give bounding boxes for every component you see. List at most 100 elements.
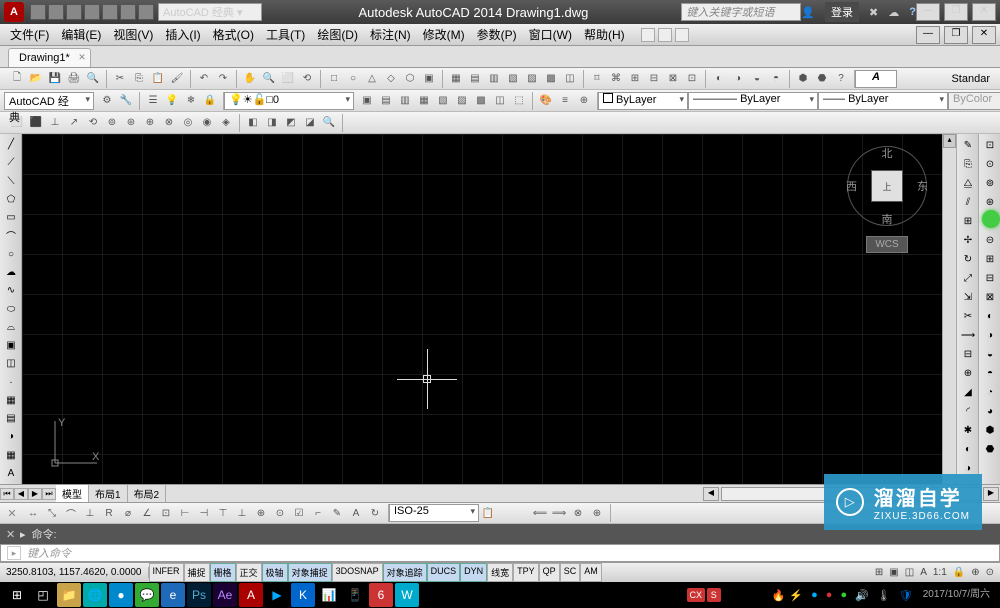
move-icon[interactable]: ✢ — [959, 231, 977, 249]
ucs-icon[interactable]: ⊗ — [160, 114, 178, 132]
tool-icon[interactable]: ◓ — [767, 70, 785, 88]
file-tab[interactable]: Drawing1* ✕ — [8, 48, 91, 67]
tool-icon[interactable]: ◓ — [981, 364, 999, 382]
view-icon[interactable]: ◧ — [244, 114, 262, 132]
layer-mgr-icon[interactable]: ☰ — [144, 92, 162, 110]
zoom-realtime-icon[interactable]: 🔍 — [260, 70, 278, 88]
doc-maximize-button[interactable]: ❐ — [944, 26, 968, 44]
layer-icon[interactable]: ▥ — [396, 92, 414, 110]
app-icon[interactable]: 6 — [369, 583, 393, 607]
tool-icon[interactable]: ◕ — [981, 402, 999, 420]
layer-lock-icon[interactable]: 🔒 — [201, 92, 219, 110]
explorer-icon[interactable]: 📁 — [57, 583, 81, 607]
dim-linear-icon[interactable]: ↔ — [24, 504, 42, 522]
tool-icon[interactable]: ▨ — [523, 70, 541, 88]
nav-up-icon[interactable]: ⊗ — [569, 504, 587, 522]
table-icon[interactable]: ▦ — [2, 447, 20, 464]
mirror-icon[interactable]: ⧋ — [959, 174, 977, 192]
pline-icon[interactable]: ⟍ — [2, 173, 20, 190]
layer-icon[interactable]: ◫ — [491, 92, 509, 110]
linetype-select[interactable]: ———— ByLayer — [688, 92, 818, 110]
layer-freeze-icon[interactable]: ❄ — [182, 92, 200, 110]
tool-icon[interactable]: ◐ — [959, 440, 977, 458]
tool-icon[interactable]: ⊚ — [981, 174, 999, 192]
status-toggle-3dosnap[interactable]: 3DOSNAP — [332, 563, 383, 582]
palette-close-icon[interactable]: ✕ — [4, 507, 20, 520]
circle-icon[interactable]: ○ — [2, 246, 20, 263]
view-icon[interactable]: ◨ — [263, 114, 281, 132]
notification-bubble[interactable] — [982, 210, 1000, 228]
qat-save-icon[interactable] — [66, 4, 82, 20]
tool-icon[interactable]: ◫ — [561, 70, 579, 88]
explode-icon[interactable]: ✱ — [959, 421, 977, 439]
hscroll-right[interactable]: ▶ — [983, 487, 999, 501]
wcs-badge[interactable]: WCS — [866, 236, 907, 253]
layer-icon[interactable]: ▧ — [434, 92, 452, 110]
nav-fwd-icon[interactable]: ⟹ — [550, 504, 568, 522]
stretch-icon[interactable]: ⇲ — [959, 288, 977, 306]
tool-icon[interactable]: ? — [832, 70, 850, 88]
xline-icon[interactable]: ⟋ — [2, 154, 20, 171]
tool-icon[interactable]: ○ — [344, 70, 362, 88]
menu-extra-icon[interactable] — [641, 28, 655, 42]
ucs-icon[interactable]: ⟲ — [84, 114, 102, 132]
qat-new-icon[interactable] — [30, 4, 46, 20]
st-icon[interactable]: ◫ — [905, 567, 914, 578]
status-toggle-对象追踪[interactable]: 对象追踪 — [383, 563, 427, 582]
tab-layout1[interactable]: 布局1 — [89, 485, 128, 502]
scale-icon[interactable]: ⤢ — [959, 269, 977, 287]
tray-icon[interactable]: 🔊 — [855, 589, 869, 602]
break-icon[interactable]: ⊟ — [959, 345, 977, 363]
layer-states-icon[interactable]: 💡 — [163, 92, 181, 110]
redo-icon[interactable]: ↷ — [214, 70, 232, 88]
region-icon[interactable]: ◑ — [2, 428, 20, 445]
status-toggle-捕捉[interactable]: 捕捉 — [184, 563, 210, 582]
nav-back-icon[interactable]: ⟸ — [531, 504, 549, 522]
trim-icon[interactable]: ✂ — [959, 307, 977, 325]
cmd-close-icon[interactable]: ✕ — [6, 528, 20, 541]
vertical-scrollbar[interactable]: ▴ — [942, 134, 956, 484]
tool-icon[interactable]: ⊞ — [981, 250, 999, 268]
app-icon[interactable]: 💬 — [135, 583, 159, 607]
st-icon[interactable]: ⊞ — [875, 567, 883, 578]
new-icon[interactable]: 🗋 — [8, 70, 26, 88]
tool-icon[interactable]: △ — [363, 70, 381, 88]
open-icon[interactable]: 📂 — [27, 70, 45, 88]
preview-icon[interactable]: 🔍 — [84, 70, 102, 88]
view-icon[interactable]: ◪ — [301, 114, 319, 132]
plotstyle-select[interactable]: ByColor — [948, 92, 1000, 110]
prop-icon[interactable]: 🎨 — [537, 92, 555, 110]
ucs-icon[interactable]: ⊛ — [122, 114, 140, 132]
match-icon[interactable]: 🖌 — [168, 70, 186, 88]
tool-icon[interactable]: ⊙ — [981, 155, 999, 173]
undo-icon[interactable]: ↶ — [195, 70, 213, 88]
dimstyle-mgr-icon[interactable]: 📋 — [479, 504, 497, 522]
save-icon[interactable]: 💾 — [46, 70, 64, 88]
tool-icon[interactable]: ▣ — [420, 70, 438, 88]
menu-tools[interactable]: 工具(T) — [260, 24, 311, 45]
dim-base-icon[interactable]: ⊢ — [176, 504, 194, 522]
app-icon[interactable]: 📊 — [317, 583, 341, 607]
aftereffects-icon[interactable]: Ae — [213, 583, 237, 607]
dim-ord-icon[interactable]: ⊥ — [81, 504, 99, 522]
dim-tedit-icon[interactable]: A — [347, 504, 365, 522]
menu-extra-icon[interactable] — [675, 28, 689, 42]
dim-space-icon[interactable]: ⊤ — [214, 504, 232, 522]
layer-icon[interactable]: ▤ — [377, 92, 395, 110]
plot-icon[interactable]: 🖨 — [65, 70, 83, 88]
minimize-button[interactable]: — — [916, 3, 940, 21]
start-button[interactable]: ⊞ — [5, 583, 29, 607]
tool-icon[interactable]: ⊛ — [981, 193, 999, 211]
annotation-style-button[interactable]: A — [855, 70, 897, 88]
point-icon[interactable]: · — [2, 373, 20, 390]
tool-icon[interactable]: ◒ — [748, 70, 766, 88]
cut-icon[interactable]: ✂ — [111, 70, 129, 88]
app-icon[interactable]: W — [395, 583, 419, 607]
layer-select[interactable]: 💡☀🔓□0 — [224, 92, 354, 110]
status-toggle-qp[interactable]: QP — [539, 563, 560, 582]
tool-icon[interactable]: ▦ — [447, 70, 465, 88]
tool-icon[interactable]: ⊝ — [981, 231, 999, 249]
hscroll-left[interactable]: ◀ — [703, 487, 719, 501]
dim-break-icon[interactable]: ⊥ — [233, 504, 251, 522]
layer-icon[interactable]: ▦ — [415, 92, 433, 110]
